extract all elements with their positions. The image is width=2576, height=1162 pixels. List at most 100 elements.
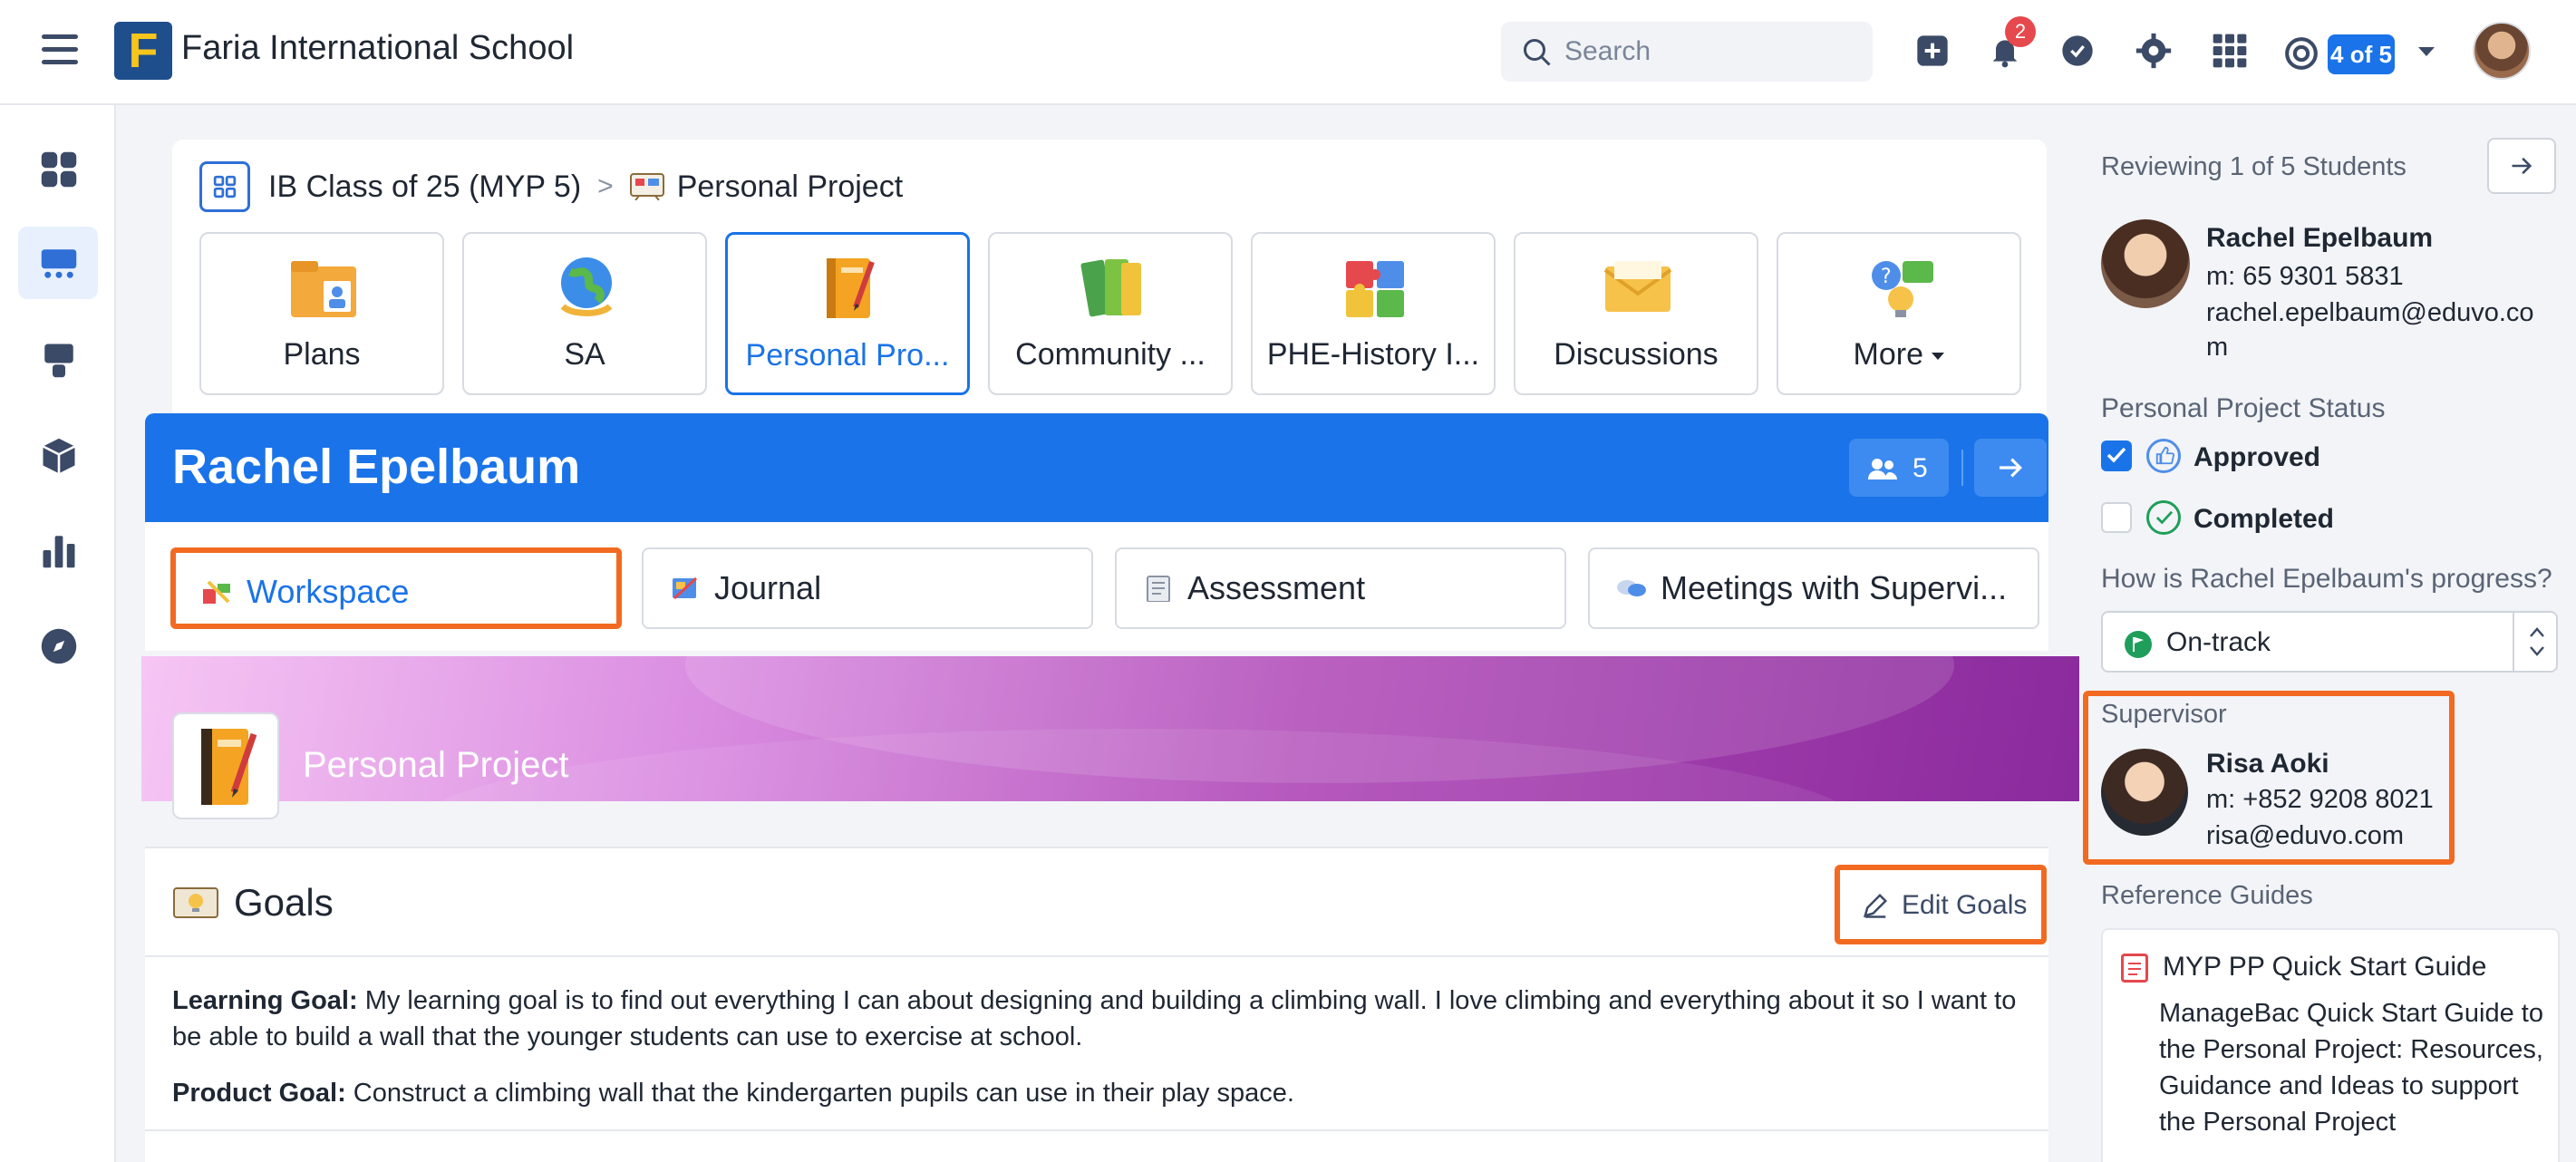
tile-label: Plans bbox=[283, 337, 361, 372]
nav-reports[interactable] bbox=[18, 513, 98, 586]
student-email[interactable]: rachel.epelbaum@eduvo.co bbox=[2206, 295, 2560, 330]
chevron-down-icon[interactable] bbox=[2418, 47, 2435, 56]
product-goal-text: Construct a climbing wall that the kinde… bbox=[353, 1079, 1294, 1108]
cube-icon bbox=[42, 438, 76, 474]
supervisor-name: Risa Aoki bbox=[2206, 749, 2329, 779]
more-apps-icon: ? bbox=[1872, 261, 1933, 317]
review-count-pill[interactable]: 4 of 5 bbox=[2328, 34, 2395, 74]
status-label: Personal Project Status bbox=[2101, 393, 2386, 423]
arrow-right-icon bbox=[2512, 157, 2532, 175]
approved-checkbox[interactable] bbox=[2101, 441, 2132, 471]
completed-checkbox[interactable] bbox=[2101, 502, 2132, 533]
tile-label: More bbox=[1787, 337, 2010, 373]
reference-guide-card[interactable]: MYP PP Quick Start Guide ManageBac Quick… bbox=[2101, 928, 2560, 1162]
project-subtabs: Workspace Journal Assessment Meetings wi… bbox=[145, 522, 2048, 651]
tile-label: Discussions bbox=[1554, 337, 1719, 372]
tab-label: Workspace bbox=[247, 573, 410, 610]
guide-description: ManageBac Quick Start Guide to the Perso… bbox=[2159, 999, 2543, 1137]
tile-label: SA bbox=[564, 337, 605, 372]
school-logo[interactable]: F bbox=[114, 22, 172, 80]
tab-assessment[interactable]: Assessment bbox=[1115, 547, 1566, 629]
school-name[interactable]: Faria International School bbox=[181, 29, 574, 68]
next-student-button[interactable] bbox=[2487, 138, 2556, 194]
tile-sa[interactable]: SA bbox=[462, 232, 707, 395]
top-bar: F Faria International School 2 4 of 5 bbox=[0, 0, 2576, 105]
lifebuoy-icon bbox=[2285, 37, 2318, 70]
tile-label: Personal Pro... bbox=[745, 338, 950, 373]
project-icon bbox=[172, 712, 279, 819]
tile-phe-history[interactable]: PHE-History I... bbox=[1251, 232, 1496, 395]
tile-more[interactable]: ? More bbox=[1777, 232, 2021, 395]
nav-dashboard[interactable] bbox=[18, 132, 98, 205]
workspace-icon bbox=[203, 580, 230, 604]
breadcrumb: IB Class of 25 (MYP 5) > Personal Projec… bbox=[199, 160, 903, 214]
supervisor-avatar bbox=[2101, 749, 2188, 836]
nav-explore[interactable] bbox=[18, 609, 98, 682]
nav-classes[interactable] bbox=[18, 227, 98, 299]
tile-label: Community ... bbox=[1015, 337, 1206, 372]
student-name: Rachel Epelbaum bbox=[172, 440, 581, 494]
completed-label: Completed bbox=[2193, 504, 2335, 534]
messages-icon[interactable] bbox=[2059, 33, 2096, 69]
breadcrumb-class[interactable]: IB Class of 25 (MYP 5) bbox=[268, 169, 581, 205]
breadcrumb-separator: > bbox=[597, 171, 614, 201]
tile-personal-project[interactable]: Personal Pro... bbox=[725, 232, 970, 395]
folder-icon bbox=[291, 261, 356, 317]
divider bbox=[145, 955, 2048, 957]
student-name: Rachel Epelbaum bbox=[2206, 223, 2434, 253]
nav-teaching[interactable] bbox=[18, 323, 98, 395]
chevron-down-icon bbox=[1932, 353, 1945, 361]
assessment-icon bbox=[1147, 576, 1170, 602]
search-box[interactable] bbox=[1501, 22, 1873, 82]
classes-icon bbox=[41, 249, 77, 278]
presenter-icon bbox=[44, 344, 73, 378]
menu-icon[interactable] bbox=[42, 34, 78, 67]
supervisor-email[interactable]: risa@eduvo.com bbox=[2206, 821, 2404, 851]
tab-label: Assessment bbox=[1187, 569, 1366, 606]
check-icon bbox=[2106, 447, 2126, 463]
bar-chart-icon bbox=[43, 536, 75, 568]
students-count: 5 bbox=[1913, 453, 1928, 483]
review-switcher[interactable]: 4 of 5 bbox=[2284, 34, 2435, 74]
apps-grid-icon[interactable] bbox=[2212, 33, 2248, 69]
guide-title[interactable]: MYP PP Quick Start Guide bbox=[2163, 952, 2486, 983]
chat-bubbles-icon bbox=[1617, 580, 1646, 596]
svg-text:?: ? bbox=[1881, 266, 1892, 288]
tile-plans[interactable]: Plans bbox=[199, 232, 444, 395]
add-icon[interactable] bbox=[1914, 33, 1951, 69]
globe-icon bbox=[560, 257, 613, 316]
search-input[interactable] bbox=[1564, 33, 1855, 71]
divider bbox=[1961, 450, 1963, 486]
student-avatar bbox=[2101, 219, 2190, 308]
select-arrows-icon[interactable] bbox=[2513, 613, 2558, 671]
edit-goals-button[interactable]: Edit Goals bbox=[1835, 865, 2047, 944]
nav-resources[interactable] bbox=[18, 419, 98, 491]
learning-goal-label: Learning Goal: bbox=[172, 986, 358, 1015]
class-tiles: Plans SA Personal Pro... Community ... P… bbox=[199, 232, 2021, 395]
next-student-button[interactable] bbox=[1974, 439, 2047, 497]
arrow-right-icon bbox=[2000, 458, 2022, 478]
tile-discussions[interactable]: Discussions bbox=[1514, 232, 1758, 395]
banner-title: Personal Project bbox=[303, 745, 569, 785]
breadcrumb-current: Personal Project bbox=[676, 169, 904, 204]
envelope-icon bbox=[1603, 261, 1672, 312]
tab-meetings[interactable]: Meetings with Supervi... bbox=[1588, 547, 2039, 629]
supervisor-phone: m: +852 9208 8021 bbox=[2206, 785, 2434, 814]
gear-icon[interactable] bbox=[2135, 33, 2172, 69]
product-goal: Product Goal: Construct a climbing wall … bbox=[172, 1075, 2039, 1111]
student-email-wrap[interactable]: m bbox=[2206, 330, 2560, 364]
student-header: Rachel Epelbaum 5 bbox=[145, 413, 2048, 522]
students-count-button[interactable]: 5 bbox=[1849, 439, 1949, 497]
tile-community[interactable]: Community ... bbox=[988, 232, 1233, 395]
goals-header: Goals bbox=[172, 881, 334, 925]
goals-section: Goals Edit Goals Learning Goal: My learn… bbox=[145, 847, 2048, 1162]
progress-select[interactable]: On-track bbox=[2101, 611, 2558, 673]
thumbs-up-icon bbox=[2146, 439, 2181, 473]
progress-value: On-track bbox=[2166, 627, 2271, 657]
tab-workspace[interactable]: Workspace bbox=[170, 547, 622, 629]
tab-journal[interactable]: Journal bbox=[642, 547, 1093, 629]
user-avatar[interactable] bbox=[2473, 22, 2531, 80]
puzzle-icon bbox=[1346, 261, 1404, 317]
class-grid-icon[interactable] bbox=[199, 161, 250, 212]
check-circle-icon bbox=[2146, 500, 2181, 535]
